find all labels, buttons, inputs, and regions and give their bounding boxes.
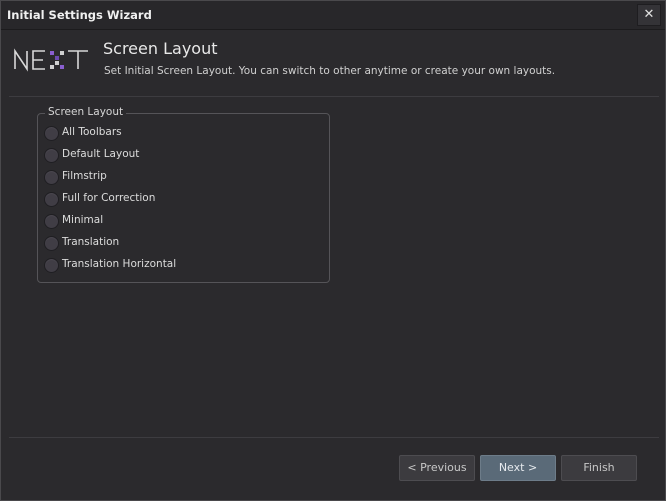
option-label: Default Layout: [62, 148, 140, 160]
wizard-window: Initial Settings Wizard ✕ Screen Layout …: [0, 0, 666, 501]
page-subtitle: Set Initial Screen Layout. You can switc…: [104, 65, 556, 77]
radio-button[interactable]: [44, 258, 59, 273]
radio-button[interactable]: [44, 126, 59, 141]
close-icon: ✕: [643, 7, 655, 22]
next-button[interactable]: Next >: [480, 455, 556, 481]
radio-button[interactable]: [44, 236, 59, 251]
option-label: Translation Horizontal: [62, 258, 177, 270]
window-title: Initial Settings Wizard: [7, 8, 152, 22]
option-label: All Toolbars: [62, 126, 122, 138]
radio-button[interactable]: [44, 192, 59, 207]
radio-button[interactable]: [44, 214, 59, 229]
option-label: Minimal: [62, 214, 104, 226]
option-label: Full for Correction: [62, 192, 156, 204]
title-bar: Initial Settings Wizard ✕: [1, 1, 665, 30]
wizard-header: Screen Layout Set Initial Screen Layout.…: [1, 30, 665, 90]
footer-divider: [9, 437, 659, 438]
page-title: Screen Layout: [103, 39, 218, 58]
radio-button[interactable]: [44, 148, 59, 163]
group-legend: Screen Layout: [45, 106, 127, 118]
radio-button[interactable]: [44, 170, 59, 185]
next-logo: [14, 48, 88, 72]
header-divider: [9, 96, 659, 97]
previous-button[interactable]: < Previous: [399, 455, 475, 481]
option-label: Filmstrip: [62, 170, 107, 182]
option-label: Translation: [62, 236, 120, 248]
close-button[interactable]: ✕: [637, 4, 661, 26]
finish-button[interactable]: Finish: [561, 455, 637, 481]
